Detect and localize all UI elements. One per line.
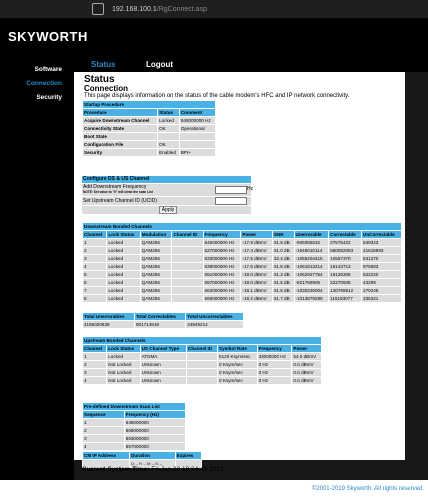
downstream-header: Channel ID (171, 230, 204, 239)
nav-status[interactable]: Status (91, 60, 115, 69)
page-description: This page displays information on the st… (84, 93, 350, 99)
startup-header: Procedure (81, 108, 159, 117)
footer: ©2001-2019 Skyworth. All rights reserved… (0, 480, 428, 500)
downstream-header: Frequency (202, 230, 242, 239)
downstream-table: Downstream Bonded Channels Channel Lock … (81, 222, 402, 303)
ds-frequency-note: NOTE: Set value to "0" will clean the sc… (83, 190, 153, 194)
scan-list-table: Pre-defined Downstream Scan List Sequenc… (82, 402, 187, 451)
upstream-table: Upstream Bonded Channels Channel Lock St… (81, 336, 322, 385)
header: SKYWORTH (0, 18, 428, 60)
table-row: Security Enabled BPI+ (81, 148, 217, 157)
upstream-header: Channel ID (186, 344, 219, 353)
totals-header: Total Uncorrectables (185, 312, 244, 321)
downstream-header: Power (240, 230, 273, 239)
upstream-title: Upstream Bonded Channels (82, 336, 322, 345)
startup-table: Startup Procedure Procedure Status Comme… (81, 100, 217, 157)
table-row: 3 Locked QAM256 633000000 Hz -17.5 dBmV 32.4 … (81, 254, 402, 263)
cm-ip-header: Duration (129, 451, 176, 460)
table-row: 5 Locked QAM256 651000000 Hz -18.0 dBmV 31.3 … (81, 270, 402, 279)
upstream-header: Power (291, 344, 322, 353)
sidebar: Software Connection Security (0, 60, 74, 480)
startup-header: Status (157, 108, 180, 117)
table-row: Boot State (81, 132, 217, 141)
table-row: 3 Not Locked Unknown 0 Ksym/sec 0 Hz 0.0 dBmV (81, 368, 322, 377)
browser-address-bar[interactable]: 192.168.100.1/RgConnect.asp (0, 0, 428, 18)
table-row: 4 657000000 (82, 442, 187, 451)
table-row: 6 Locked QAM256 657000000 Hz -18.0 dBmV 31.5 … (81, 278, 402, 287)
table-row: 1 Locked ATDMA 5120 Ksym/sec 33000000 Hz 54.0… (81, 352, 322, 361)
table-row: 8 Locked QAM256 669000000 Hz -18.2 dBmV 31.7 … (81, 294, 402, 303)
page-subtitle: Connection (84, 84, 128, 93)
upstream-header: Frequency (256, 344, 293, 353)
sidebar-item-software[interactable]: Software (0, 66, 62, 73)
table-row: 2 Locked QAM256 627000000 Hz -17.4 dBmV 31.0 … (81, 246, 402, 255)
table-row: Connectivity State OK Operational (81, 124, 217, 133)
startup-header: Comment (178, 108, 217, 117)
nav-logout[interactable]: Logout (146, 60, 173, 69)
downstream-header: SNR (271, 230, 295, 239)
startup-title: Startup Procedure (82, 100, 216, 109)
hz-unit-label: Hz (247, 186, 254, 192)
table-row: 2 Not Locked Unknown 0 Ksym/sec 0 Hz 0.0 dBmV (81, 360, 322, 369)
totals-header: Total Correctables (133, 312, 187, 321)
table-row: Acquire Downstream Channel Locked 64500000… (81, 116, 217, 125)
downstream-header: Lock Status (106, 230, 141, 239)
cm-ip-header: CM IP Address (81, 451, 131, 460)
downstream-title: Downstream Bonded Channels (82, 222, 402, 231)
downstream-header: Correctable (328, 230, 363, 239)
skyworth-logo: SKYWORTH (8, 29, 88, 44)
table-row: 7 Locked QAM256 663000000 Hz -18.1 dBmV 31.6 … (81, 286, 402, 295)
table-row: 4186020638 901714818 24945214 (82, 320, 244, 329)
upstream-header: Channel (81, 344, 108, 353)
configure-channel-form: Configure DS & US Channel Add Downstream… (82, 176, 254, 214)
table-row: 1 645000000 (82, 418, 187, 427)
table-row: 3 663000000 (82, 434, 187, 443)
lock-icon (92, 3, 104, 15)
totals-table: Total Unerrorables Total Correctables To… (82, 312, 244, 329)
current-system-time: Current System Time: Fri Jun 23 19:24:45… (82, 466, 224, 473)
table-row: 1 Locked QAM256 645000000 Hz -17.9 dBmV 31.9 … (81, 238, 402, 247)
sidebar-item-connection[interactable]: Connection (0, 80, 62, 87)
downstream-header: Modulation (139, 230, 173, 239)
table-row: 4 Locked QAM256 639000000 Hz -17.6 dBmV 31.8 … (81, 262, 402, 271)
url-text[interactable]: 192.168.100.1/RgConnect.asp (112, 6, 207, 13)
upstream-header: Symbol Rate (217, 344, 258, 353)
downstream-header: Channel (81, 230, 108, 239)
upstream-header: Lock Status (106, 344, 141, 353)
config-title: Configure DS & US Channel (82, 176, 251, 183)
downstream-header: UnCorrectable (361, 230, 402, 239)
apply-button[interactable]: Apply (159, 206, 177, 214)
ucid-label: Set Upstream Channel ID (UCID) (83, 198, 157, 204)
scan-list-header: Sequence (82, 410, 125, 419)
scan-list-header: Frequency (Hz) (123, 410, 187, 419)
table-row: 2 669000000 (82, 426, 187, 435)
sidebar-item-security[interactable]: Security (0, 94, 62, 101)
scan-list-title: Pre-defined Downstream Scan List (82, 402, 186, 411)
ucid-input[interactable] (215, 197, 247, 205)
ds-frequency-input[interactable] (215, 186, 247, 194)
totals-header: Total Unerrorables (82, 312, 135, 321)
downstream-header: Unerrorable (293, 230, 330, 239)
table-row: 4 Not Locked Unknown 0 Ksym/sec 0 Hz 0.0 dBmV (81, 376, 322, 385)
table-row: Configuration File OK (81, 140, 217, 149)
upstream-header: US Channel Type (139, 344, 188, 353)
cm-ip-header: Expires (174, 451, 203, 460)
copyright: ©2001-2019 Skyworth. All rights reserved… (311, 486, 424, 492)
